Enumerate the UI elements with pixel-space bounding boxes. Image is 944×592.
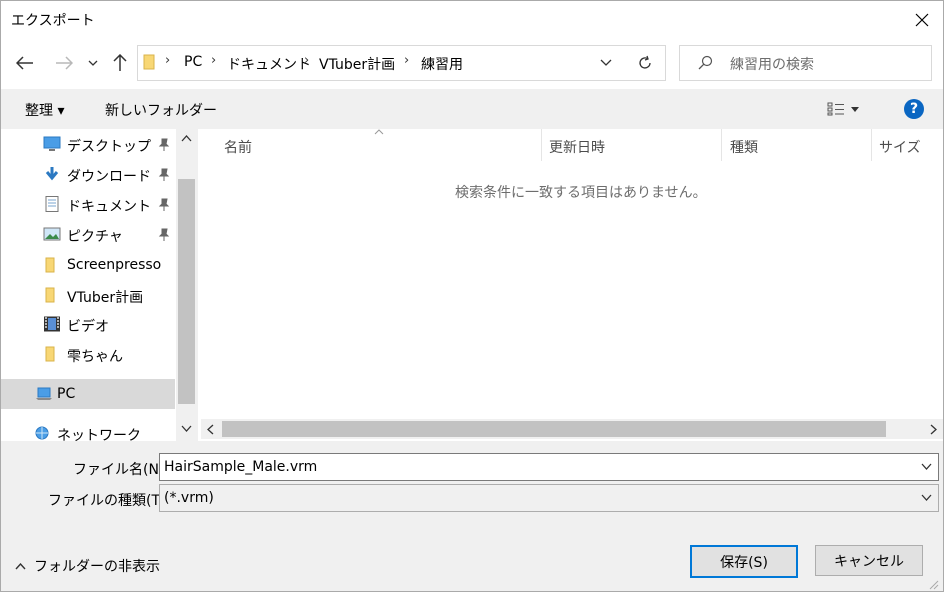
column-header-date[interactable]: 更新日時 <box>549 137 605 157</box>
file-list <box>198 129 943 441</box>
view-options-button[interactable] <box>827 101 867 117</box>
filetype-value: (*.vrm) <box>164 490 214 506</box>
sidebar-item-vtuber[interactable]: VTuber計画 <box>67 287 143 315</box>
breadcrumb-separator: › <box>404 53 410 68</box>
refresh-icon <box>639 55 651 69</box>
chevron-up-icon[interactable] <box>181 135 192 142</box>
pin-icon[interactable] <box>158 198 170 212</box>
search-placeholder: 練習用の検索 <box>730 57 814 73</box>
empty-folder-message: 検索条件に一致する項目はありません。 <box>455 185 707 201</box>
breadcrumb-separator: › <box>211 53 217 68</box>
chevron-left-icon[interactable] <box>207 424 214 435</box>
organize-menu[interactable]: 整理 ▾ <box>25 100 64 120</box>
filetype-select[interactable] <box>159 484 939 512</box>
chevron-down-icon[interactable] <box>921 494 932 501</box>
folder-icon <box>45 257 55 273</box>
column-header-type[interactable]: 種類 <box>730 137 758 157</box>
title-bar <box>1 1 943 37</box>
chevron-down-icon <box>88 60 98 66</box>
breadcrumb-pc[interactable]: PC <box>184 54 202 70</box>
breadcrumb-separator: › <box>165 53 171 68</box>
pin-icon[interactable] <box>158 228 170 242</box>
video-icon <box>44 316 60 332</box>
arrow-right-icon <box>56 56 73 70</box>
save-button[interactable]: 保存(S) <box>690 545 798 578</box>
resize-grip-icon[interactable] <box>927 578 939 590</box>
filename-label: ファイル名(N): <box>73 462 170 478</box>
sidebar-item-documents[interactable]: ドキュメント <box>67 196 151 224</box>
document-icon <box>45 196 59 212</box>
column-header-name[interactable]: 名前 <box>224 137 252 157</box>
sidebar-scrollbar-thumb[interactable] <box>178 179 195 404</box>
network-icon <box>35 426 49 440</box>
sidebar-item-network[interactable]: ネットワーク <box>57 425 141 453</box>
chevron-down-icon <box>600 59 612 66</box>
chevron-up-icon <box>15 562 26 569</box>
back-button[interactable] <box>12 50 38 76</box>
refresh-button[interactable] <box>625 45 666 81</box>
sidebar-label-pc: PC <box>57 386 76 402</box>
column-header-size[interactable]: サイズ <box>879 137 921 157</box>
download-icon <box>45 167 59 181</box>
forward-button[interactable] <box>51 50 77 76</box>
chevron-down-icon[interactable] <box>921 463 932 470</box>
sidebar-item-pc[interactable] <box>1 379 175 409</box>
recent-locations-button[interactable] <box>81 50 105 76</box>
chevron-down-icon[interactable] <box>181 425 192 432</box>
column-divider[interactable] <box>871 129 872 161</box>
folder-icon <box>143 54 155 70</box>
chevron-down-icon <box>851 106 859 112</box>
desktop-icon <box>43 136 61 151</box>
pictures-icon <box>43 227 61 241</box>
up-button[interactable] <box>107 50 133 76</box>
sidebar-item-videos[interactable]: ビデオ <box>67 316 109 344</box>
sidebar-item-downloads[interactable]: ダウンロード <box>67 166 151 194</box>
sidebar-item-shizuku[interactable]: 雫ちゃん <box>67 346 123 374</box>
hide-folders-toggle[interactable]: フォルダーの非表示 <box>15 556 160 576</box>
cancel-button[interactable]: キャンセル <box>815 545 923 576</box>
close-icon <box>915 13 929 27</box>
address-dropdown-button[interactable] <box>588 45 624 79</box>
dialog-title: エクスポート <box>11 13 95 29</box>
filetype-label: ファイルの種類(T): <box>48 493 171 509</box>
search-icon <box>698 55 713 70</box>
column-divider[interactable] <box>721 129 722 161</box>
help-icon: ? <box>909 101 919 117</box>
help-button[interactable]: ? <box>904 99 924 119</box>
chevron-right-icon[interactable] <box>930 424 937 435</box>
export-dialog: エクスポート › PC › ドキュメント › VTuber計画 › 練習用 練習… <box>0 0 944 592</box>
breadcrumb-practice[interactable]: 練習用 <box>421 54 463 74</box>
sidebar-item-screenpresso[interactable]: Screenpresso <box>67 257 161 285</box>
new-folder-button[interactable]: 新しいフォルダー <box>105 100 217 120</box>
arrow-up-icon <box>113 54 127 71</box>
sort-ascending-icon <box>374 129 384 135</box>
breadcrumb-vtuber[interactable]: VTuber計画 <box>319 54 395 74</box>
hide-folders-label: フォルダーの非表示 <box>34 559 160 575</box>
filename-value[interactable]: HairSample_Male.vrm <box>164 459 317 475</box>
pin-icon[interactable] <box>158 138 170 152</box>
breadcrumb-separator: › <box>304 53 310 68</box>
pin-icon[interactable] <box>158 168 170 182</box>
details-view-icon <box>827 102 844 116</box>
arrow-left-icon <box>16 56 33 70</box>
sidebar-item-pictures[interactable]: ピクチャ <box>67 226 123 254</box>
breadcrumb-documents[interactable]: ドキュメント <box>227 54 311 74</box>
folder-icon <box>45 287 55 303</box>
folder-icon <box>45 346 55 362</box>
computer-icon <box>36 387 52 400</box>
file-list-scrollbar-thumb[interactable] <box>222 421 886 437</box>
sidebar-item-desktop[interactable]: デスクトップ <box>67 136 151 164</box>
column-divider[interactable] <box>541 129 542 161</box>
close-button[interactable] <box>905 7 939 33</box>
